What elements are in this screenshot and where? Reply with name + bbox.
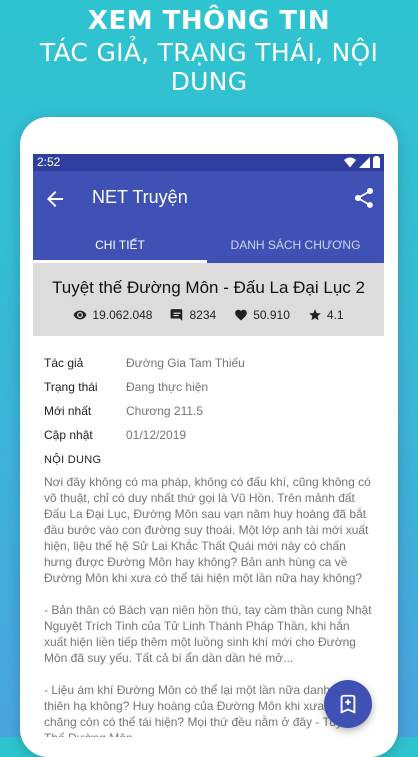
views-stat: 19.062.048 — [73, 308, 152, 322]
views-count: 19.062.048 — [92, 308, 153, 322]
info-label: Tác giả — [44, 356, 84, 370]
story-stats: 19.062.048 8234 50.910 4.1 — [33, 308, 384, 322]
app-title: NET Truyện — [92, 187, 188, 207]
info-row-author: Tác giả Đường Gia Tam Thiếu — [44, 351, 374, 375]
info-table: Tác giả Đường Gia Tam Thiếu Trạng thái Đ… — [44, 351, 374, 447]
heart-icon — [235, 309, 248, 321]
info-value[interactable]: Chương 211.5 — [126, 404, 203, 418]
comment-icon — [171, 309, 183, 321]
tab-chapter-list[interactable]: DANH SÁCH CHƯƠNG — [207, 228, 384, 263]
info-value: 01/12/2019 — [126, 428, 187, 442]
likes-count: 50.910 — [253, 308, 290, 322]
story-header: Tuyệt thế Đường Môn - Đấu La Đại Lục 2 1… — [33, 263, 384, 336]
info-value: Đang thực hiện — [126, 380, 209, 394]
info-row-updated: Cập nhật 01/12/2019 — [44, 423, 374, 447]
status-icons — [344, 156, 380, 168]
info-label: Cập nhật — [44, 428, 93, 442]
arrow-back-icon[interactable] — [43, 187, 67, 211]
tab-bar: CHI TIẾT DANH SÁCH CHƯƠNG — [33, 228, 384, 263]
synopsis-paragraph: - Bản thân có Bách vạn niên hồn thú, tay… — [44, 603, 372, 665]
bookmark-add-icon — [340, 694, 356, 714]
wifi-icon — [344, 157, 356, 167]
battery-icon — [373, 156, 380, 168]
synopsis-paragraph: Nơi đây không có ma pháp, không có đấu k… — [44, 475, 371, 585]
info-label: Mới nhất — [44, 404, 92, 418]
info-label: Trạng thái — [44, 380, 98, 394]
tab-details[interactable]: CHI TIẾT — [33, 228, 207, 263]
share-icon[interactable] — [352, 186, 376, 210]
info-value[interactable]: Đường Gia Tam Thiếu — [126, 356, 245, 370]
info-row-status: Trạng thái Đang thực hiện — [44, 375, 374, 399]
bookmark-button[interactable] — [324, 680, 372, 728]
comments-stat: 8234 — [170, 308, 216, 322]
rating-stat: 4.1 — [308, 308, 344, 322]
likes-stat: 50.910 — [234, 308, 290, 322]
phone-screen: 2:52 NET Truyện CHI TIẾT DANH SÁCH CHƯƠN… — [33, 154, 384, 737]
status-time: 2:52 — [37, 155, 61, 169]
app-bar: NET Truyện — [33, 171, 384, 228]
star-icon — [309, 309, 321, 321]
synopsis-heading: NỘI DUNG — [44, 454, 102, 466]
info-row-latest: Mới nhất Chương 211.5 — [44, 399, 374, 423]
status-bar: 2:52 — [33, 154, 384, 171]
signal-icon — [359, 156, 370, 168]
promo-title: XEM THÔNG TIN — [87, 6, 331, 36]
story-title: Tuyệt thế Đường Môn - Đấu La Đại Lục 2 — [52, 278, 365, 297]
eye-icon — [74, 310, 87, 320]
comments-count: 8234 — [189, 308, 217, 322]
rating-value: 4.1 — [326, 308, 344, 322]
promo-subtitle: TÁC GIẢ, TRẠNG THÁI, NỘI DUNG — [39, 38, 379, 96]
